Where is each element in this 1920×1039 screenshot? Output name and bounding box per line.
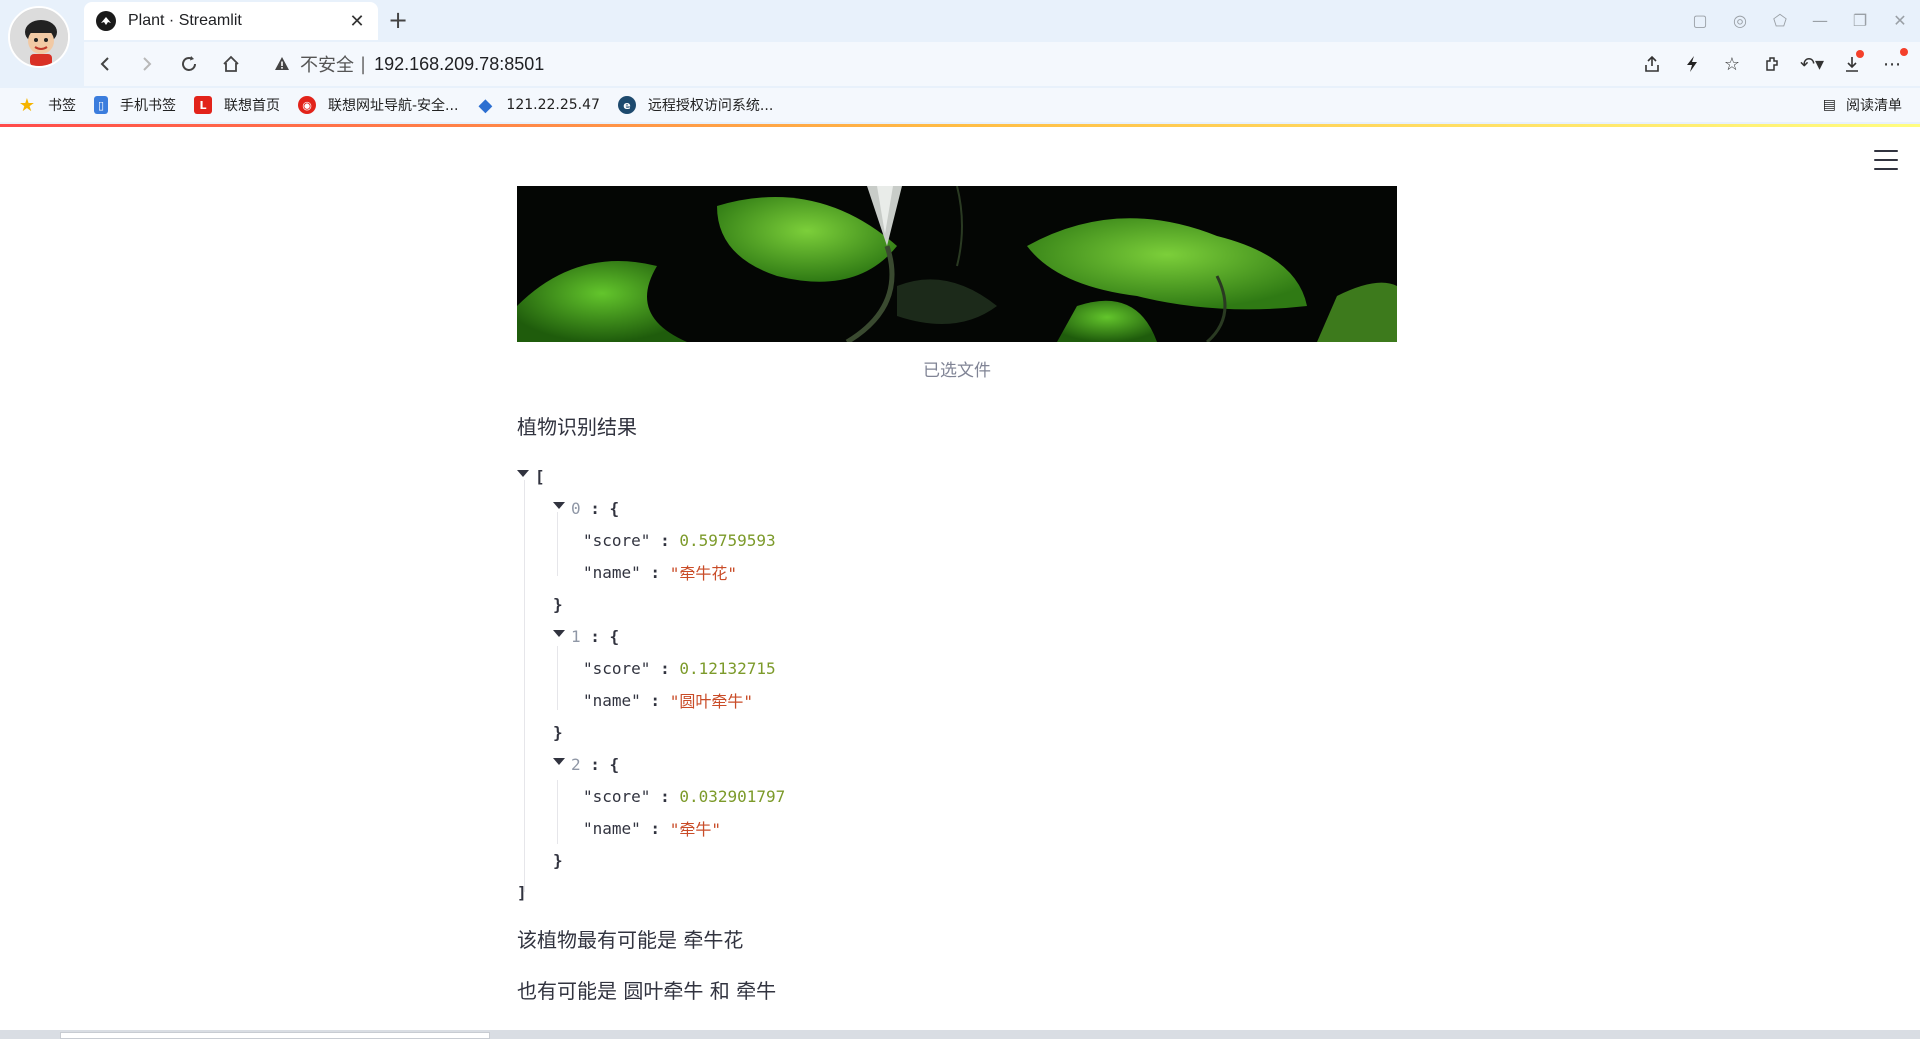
browser-chrome: Plant · Streamlit ✕ + ▢ ◎ ⬠ — ❐ ✕ 不安全 |: [0, 0, 1920, 126]
restore-icon[interactable]: ❐: [1840, 0, 1880, 40]
extensions-icon[interactable]: [1752, 44, 1792, 84]
streamlit-favicon-icon: [96, 11, 116, 31]
address-bar[interactable]: 不安全 | 192.168.209.78:8501: [272, 48, 544, 80]
url-text[interactable]: 192.168.209.78:8501: [374, 54, 544, 75]
hamburger-menu-icon[interactable]: [1874, 150, 1898, 170]
json-score-value: 0.12132715: [679, 658, 776, 678]
main-content: 已选文件 植物识别结果 [ 0 : { "score" : 0.59759593…: [517, 186, 1397, 1004]
star-icon: ★: [18, 94, 36, 116]
phone-icon: ▯: [94, 96, 108, 114]
json-key: "name": [583, 818, 641, 838]
new-tab-icon[interactable]: +: [384, 6, 412, 34]
back-icon[interactable]: [84, 44, 126, 84]
forward-icon[interactable]: [126, 44, 168, 84]
close-window-icon[interactable]: ✕: [1880, 0, 1920, 40]
json-item: 0 : { "score" : 0.59759593 "name" : "牵牛花…: [553, 498, 776, 614]
home-icon[interactable]: [210, 44, 252, 84]
incognito-icon[interactable]: ◎: [1720, 0, 1760, 40]
json-score-value: 0.032901797: [679, 786, 786, 806]
json-key: "score": [583, 530, 651, 550]
toolbar-actions: ☆ ↶▾ ⋯: [1632, 42, 1912, 86]
json-index: 1: [571, 626, 581, 646]
share-icon[interactable]: [1632, 44, 1672, 84]
download-icon[interactable]: [1832, 44, 1872, 84]
bookmark-item[interactable]: L 联想首页: [194, 95, 280, 115]
json-key: "score": [583, 658, 651, 678]
conclusion-secondary: 也有可能是 圆叶牵牛 和 牵牛: [517, 979, 777, 1003]
plant-image: [517, 186, 1397, 342]
lenovo-nav-icon: ◉: [298, 96, 316, 114]
conclusion-primary: 该植物最有可能是 牵牛花: [517, 928, 744, 952]
bookmark-label: 手机书签: [120, 98, 176, 114]
profile-avatar[interactable]: [8, 6, 70, 68]
json-index: 2: [571, 754, 581, 774]
json-root-close: ]: [517, 882, 527, 902]
bookmark-item[interactable]: ◉ 联想网址导航-安全...: [298, 95, 458, 115]
json-item: 1 : { "score" : 0.12132715 "name" : "圆叶牵…: [553, 626, 776, 742]
bookmark-item[interactable]: e 远程授权访问系统...: [617, 95, 774, 115]
bookmark-label: 联想网址导航-安全...: [328, 98, 459, 114]
json-key: "name": [583, 562, 641, 582]
reading-list-button[interactable]: ▤ 阅读清单: [1823, 88, 1902, 122]
bookmark-label: 121.22.25.47: [506, 97, 600, 113]
more-menu-icon[interactable]: ⋯: [1872, 44, 1912, 84]
bookmark-label: 联想首页: [224, 98, 280, 114]
security-label: 不安全: [300, 55, 354, 75]
reading-list-icon: ▤: [1822, 97, 1836, 113]
close-tab-icon[interactable]: ✕: [346, 10, 368, 32]
json-key: "score": [583, 786, 651, 806]
json-root-open: [: [517, 460, 1397, 492]
json-name-value: "牵牛": [669, 820, 721, 839]
lenovo-icon: L: [194, 96, 212, 114]
taskbar-strip: [0, 1030, 1920, 1039]
collapse-caret-icon[interactable]: [553, 629, 565, 637]
bookmark-label: 远程授权访问系统...: [647, 98, 774, 114]
warning-icon: [272, 54, 292, 74]
json-score-value: 0.59759593: [679, 530, 776, 550]
image-caption: 已选文件: [923, 361, 991, 381]
collapse-caret-icon[interactable]: [517, 469, 529, 477]
json-guide-line: [557, 646, 558, 710]
json-name-value: "圆叶牵牛": [669, 692, 753, 711]
json-index: 0: [571, 498, 581, 518]
json-guide-line: [557, 780, 558, 844]
json-key: "name": [583, 690, 641, 710]
tab-plant-streamlit[interactable]: Plant · Streamlit ✕: [84, 2, 378, 40]
json-guide-line: [524, 480, 525, 892]
tab-bar: Plant · Streamlit ✕ +: [84, 0, 1920, 40]
url-separator: |: [360, 53, 367, 75]
undo-close-icon[interactable]: ↶▾: [1792, 44, 1832, 84]
reading-list-label: 阅读清单: [1846, 98, 1902, 114]
navigation-toolbar: 不安全 | 192.168.209.78:8501 ☆ ↶▾ ⋯: [84, 42, 1920, 86]
bookmark-label: 书签: [48, 98, 76, 114]
more-menu-badge: [1900, 48, 1908, 56]
skin-icon[interactable]: ⬠: [1760, 0, 1800, 40]
window-controls: ▢ ◎ ⬠ — ❐ ✕: [1680, 0, 1920, 40]
json-item: 2 : { "score" : 0.032901797 "name" : "牵牛…: [553, 754, 786, 870]
json-guide-line: [557, 512, 558, 576]
bookmarks-bar: ★ 书签 ▯ 手机书签 L 联想首页 ◉ 联想网址导航-安全... ◆ 121.…: [0, 88, 1920, 122]
tab-list-icon[interactable]: ▢: [1680, 0, 1720, 40]
json-viewer: [ 0 : { "score" : 0.59759593 "name" : "牵…: [517, 460, 1397, 908]
bookmark-item[interactable]: ★ 书签: [18, 94, 76, 116]
cube-icon: ◆: [478, 94, 493, 116]
favorite-star-icon[interactable]: ☆: [1712, 44, 1752, 84]
json-name-value: "牵牛花": [669, 564, 737, 583]
taskbar-window[interactable]: [60, 1032, 490, 1039]
result-heading: 植物识别结果: [517, 415, 637, 439]
download-badge: [1856, 50, 1864, 58]
remote-icon: e: [617, 96, 636, 114]
bookmark-item[interactable]: ▯ 手机书签: [94, 95, 176, 115]
bookmark-item[interactable]: ◆ 121.22.25.47: [476, 94, 600, 116]
reload-icon[interactable]: [168, 44, 210, 84]
collapse-caret-icon[interactable]: [553, 501, 565, 509]
streamlit-decoration-bar: [0, 124, 1920, 127]
tab-title: Plant · Streamlit: [128, 12, 242, 29]
minimize-icon[interactable]: —: [1800, 0, 1840, 40]
collapse-caret-icon[interactable]: [553, 757, 565, 765]
lightning-icon[interactable]: [1672, 44, 1712, 84]
